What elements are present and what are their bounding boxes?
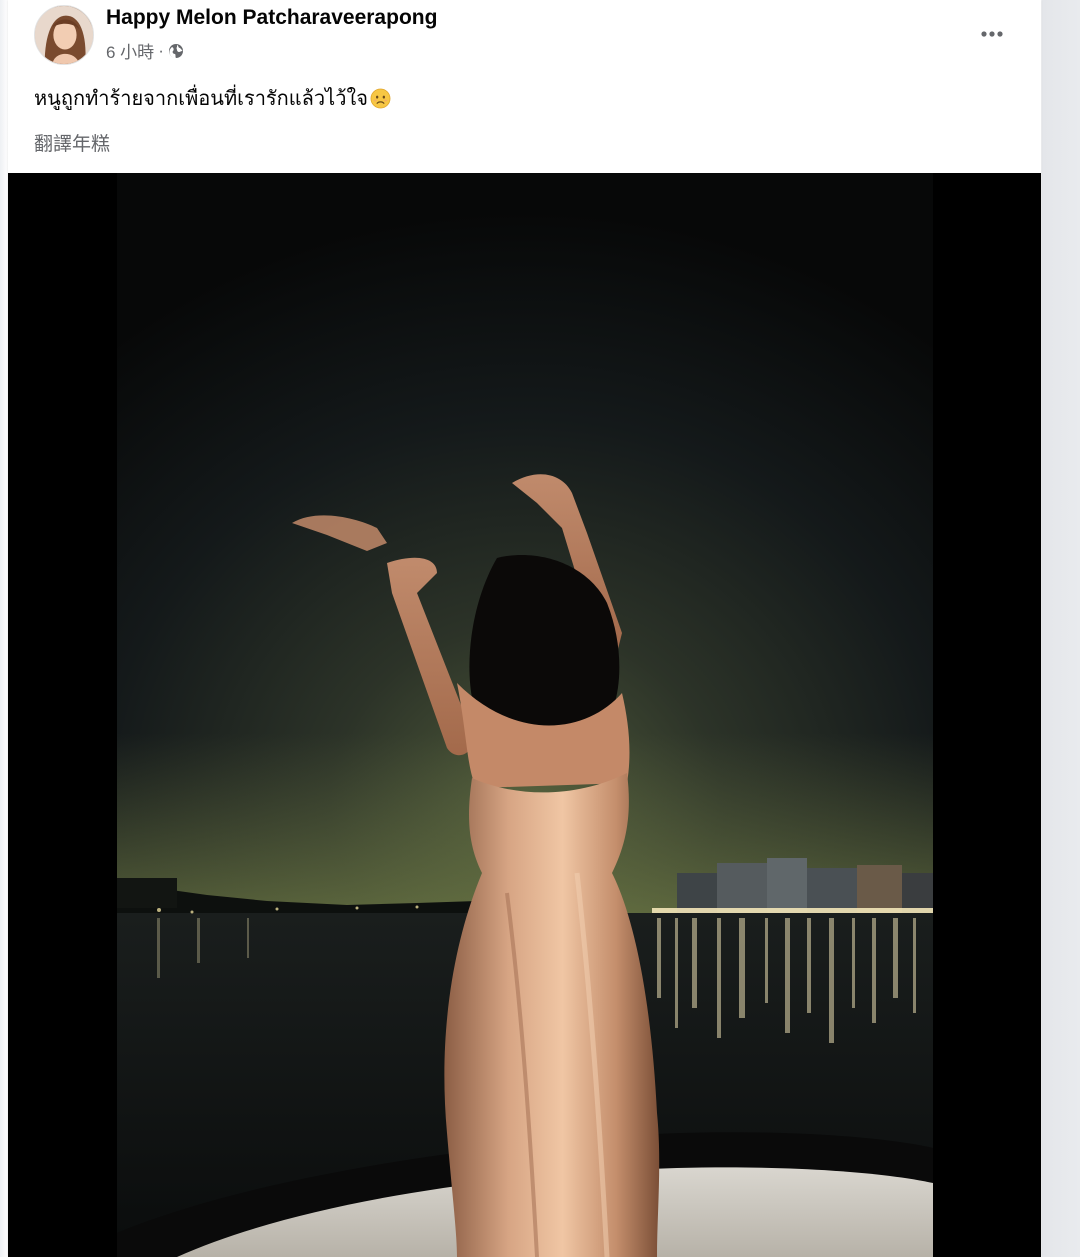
post-meta: 6 小時 · xyxy=(106,38,184,63)
post-header: Happy Melon Patcharaveerapong 6 小時 · xyxy=(8,0,1041,75)
post-caption: หนูถูกทำร้ายจากเพื่อนที่เรารักแล้วไว้ใจ xyxy=(34,82,391,114)
globe-icon[interactable] xyxy=(168,43,184,59)
post-timestamp[interactable]: 6 小時 xyxy=(106,38,154,63)
page: Happy Melon Patcharaveerapong 6 小時 · หนู… xyxy=(0,0,1080,1257)
caption-text: หนูถูกทำร้ายจากเพื่อนที่เรารักแล้วไว้ใจ xyxy=(34,88,368,110)
author-name[interactable]: Happy Melon Patcharaveerapong xyxy=(106,6,437,30)
more-options-icon[interactable] xyxy=(974,22,1010,46)
post-card: Happy Melon Patcharaveerapong 6 小時 · หนู… xyxy=(8,0,1041,1257)
night-river-photo-image xyxy=(117,173,933,1257)
profile-avatar-icon xyxy=(35,6,93,64)
translate-link[interactable]: 翻譯年糕 xyxy=(34,129,110,156)
author-avatar[interactable] xyxy=(34,5,94,65)
meta-separator: · xyxy=(158,40,164,60)
post-photo[interactable] xyxy=(8,173,1041,1257)
night-river-photo xyxy=(117,173,933,1257)
sad-face-emoji-icon xyxy=(370,88,391,108)
